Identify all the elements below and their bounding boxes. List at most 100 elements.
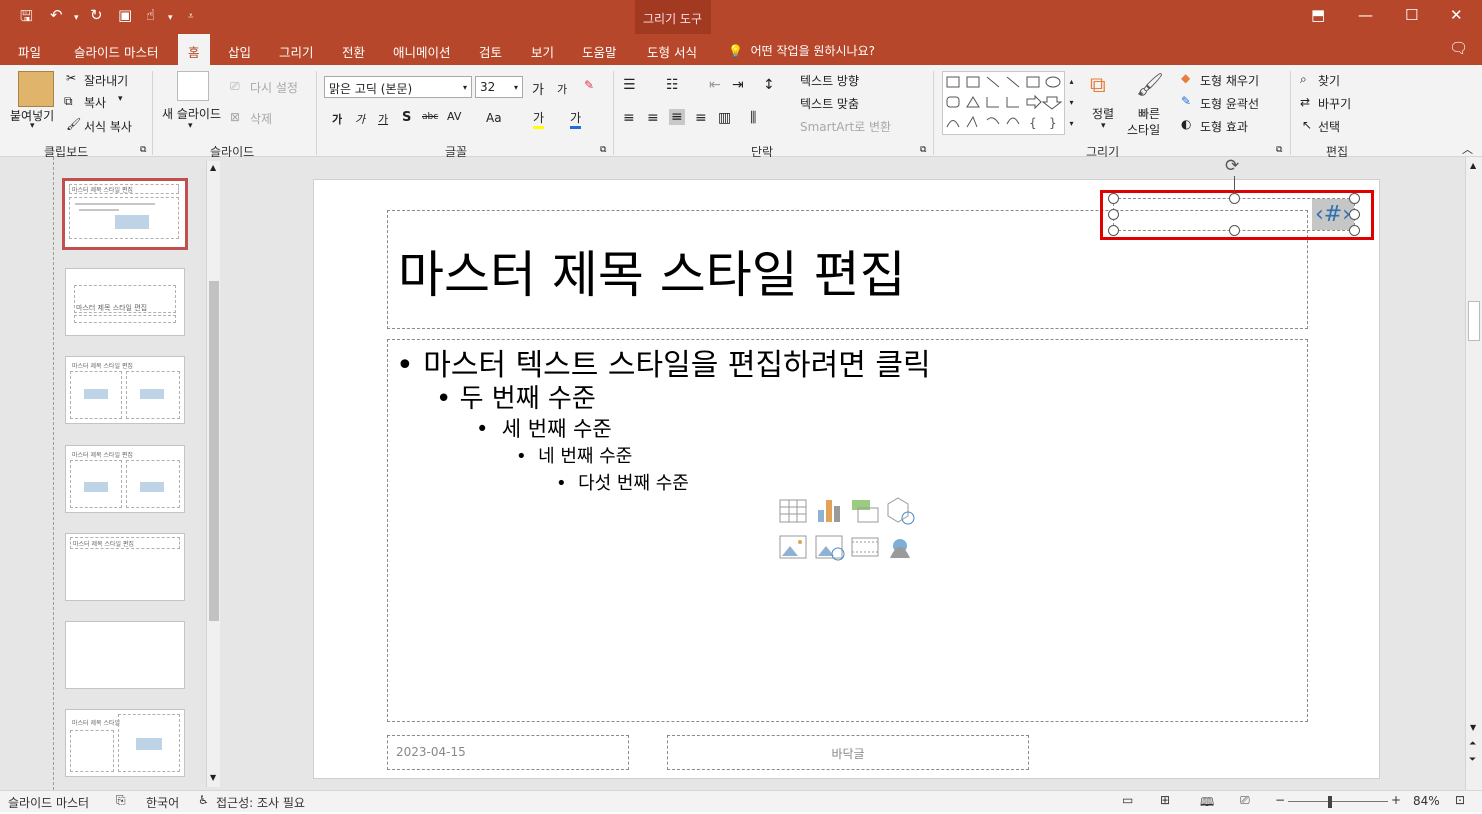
resize-handle-ne[interactable] [1349,193,1360,204]
align-right-icon[interactable]: ≡ [669,109,685,125]
bullet-level-2[interactable]: • 두 번째 수준 [436,378,596,415]
resize-handle-s[interactable] [1229,225,1240,236]
shape-effects-icon[interactable]: ◐ [1181,117,1191,131]
ribbon-display-icon[interactable]: ⬒ [1311,6,1325,24]
new-slide-dropdown-icon[interactable]: ▾ [188,121,193,131]
char-spacing-button[interactable]: AV [447,110,461,123]
scroll-thumb[interactable] [1468,301,1480,341]
find-button[interactable]: 찾기 [1318,72,1340,89]
font-launcher-icon[interactable]: ⧉ [600,145,606,155]
slide-title[interactable]: 마스터 제목 스타일 편집 [398,235,906,307]
resize-handle-sw[interactable] [1108,225,1119,236]
scroll-down-icon[interactable]: ▼ [1470,723,1476,732]
reading-view-icon[interactable]: 🕮 [1200,793,1214,814]
scroll-down-icon[interactable]: ▼ [210,773,216,782]
italic-button[interactable]: 가 [355,111,365,127]
previous-slide-icon[interactable]: ⏶ [1469,739,1476,749]
arrange-button[interactable]: 정렬 [1092,105,1114,122]
resize-handle-w[interactable] [1108,209,1119,220]
copy-icon[interactable]: ⧉ [64,94,73,109]
touch-dropdown-icon[interactable]: ▾ [168,13,173,23]
shape-effects-button[interactable]: 도형 효과 [1200,118,1248,135]
cut-button[interactable]: 잘라내기 [84,72,128,89]
footer-text[interactable]: 바닥글 [831,747,864,761]
insert-picture-icon[interactable] [779,535,807,559]
format-painter-button[interactable]: 서식 복사 [84,118,132,135]
thumbnail-title-only[interactable]: 마스터 제목 스타일 편집 [65,533,185,601]
resize-handle-nw[interactable] [1108,193,1119,204]
save-icon[interactable]: 🖫 [20,6,33,31]
clipboard-launcher-icon[interactable]: ⧉ [140,145,146,155]
insert-video-icon[interactable] [851,537,879,557]
arrange-icon[interactable]: ⧉ [1090,73,1106,98]
zoom-slider-thumb[interactable] [1328,796,1332,808]
shapes-gallery[interactable]: { } [942,71,1078,135]
strikethrough-button[interactable]: abc [422,112,438,122]
increase-indent-icon[interactable]: ⇥ [732,77,744,93]
gallery-scroll[interactable]: ▴ ▾ ▾ [1064,71,1078,135]
tab-home[interactable]: 홈 [178,34,210,65]
replace-icon[interactable]: ⇄ [1300,95,1310,109]
normal-view-icon[interactable]: ▭ [1122,793,1133,807]
next-slide-icon[interactable]: ⏷ [1469,755,1476,765]
thumbnail-blank[interactable] [65,621,185,689]
clear-format-icon[interactable]: ✎ [584,78,594,92]
scroll-up-icon[interactable]: ▲ [210,163,216,172]
change-case-button[interactable]: Aa [486,111,502,125]
paste-dropdown-icon[interactable]: ▾ [30,121,35,131]
tab-review[interactable]: 검토 [479,42,502,61]
zoom-slider-track[interactable] [1288,801,1388,802]
quick-styles-label-1[interactable]: 빠른 [1138,105,1160,122]
select-icon[interactable]: ↖ [1302,118,1312,132]
quick-styles-label-2[interactable]: 스타일 [1127,121,1160,138]
presentation-icon[interactable]: ▣ [118,6,132,24]
rotate-handle-icon[interactable]: ⟳ [1225,156,1239,176]
shadow-button[interactable]: S [402,110,411,125]
font-size-combo[interactable]: 32 ▾ [475,76,523,98]
insert-icon-icon[interactable] [890,539,910,558]
footer-placeholder[interactable]: 바닥글 [667,735,1029,770]
justify-icon[interactable]: ≡ [695,110,707,126]
distribute-icon[interactable]: ▥ [718,110,731,126]
quick-styles-icon[interactable]: 🖌 [1136,73,1164,98]
fit-slide-icon[interactable]: ⊡ [1455,793,1465,807]
sorter-view-icon[interactable]: ⊞ [1160,793,1170,807]
bullets-icon[interactable]: ☰ [623,77,636,93]
thumbnail-title-layout[interactable]: 마스터 제목 스타일 편집 [65,268,185,336]
delete-button[interactable]: 삭제 [250,110,272,127]
tab-view[interactable]: 보기 [531,42,554,61]
increase-font-button[interactable]: 가 [532,79,544,98]
thumbnail-two-content[interactable]: 마스터 제목 스타일 편집 [65,356,185,424]
text-direction-button[interactable]: 텍스트 방향 [800,72,859,89]
smartart-button[interactable]: SmartArt로 변환 [800,118,891,135]
collapse-ribbon-icon[interactable]: ︿ [1462,141,1473,157]
undo-icon[interactable]: ↶ [50,6,63,24]
date-placeholder[interactable]: 2023-04-15 [387,735,629,770]
arrange-dropdown-icon[interactable]: ▾ [1101,121,1106,131]
copy-dropdown-icon[interactable]: ▾ [118,94,123,104]
zoom-out-icon[interactable]: − [1275,793,1285,807]
insert-chart-icon[interactable] [818,500,840,522]
zoom-level[interactable]: 84% [1413,794,1440,808]
scroll-thumb[interactable] [209,281,219,621]
line-spacing-icon[interactable]: ↕ [763,77,775,93]
minimize-button[interactable]: — [1358,6,1373,24]
notes-icon[interactable]: ⎘ [116,793,126,808]
tell-me-box[interactable]: 💡 어떤 작업을 원하시나요? [728,42,875,59]
touch-mode-icon[interactable]: ☝ [146,6,155,24]
insert-table-icon[interactable] [779,499,807,523]
thumbnail-content-caption[interactable]: 마스터 제목 스타일 [65,709,185,777]
shape-outline-icon[interactable]: ✎ [1181,94,1191,108]
replace-button[interactable]: 바꾸기 [1318,95,1351,112]
bullet-level-4[interactable]: • 네 번째 수준 [516,442,632,468]
tab-shape-format[interactable]: 도형 서식 [647,42,697,61]
body-placeholder[interactable]: • 마스터 텍스트 스타일을 편집하려면 클릭 • 두 번째 수준 • 세 번째… [387,339,1308,722]
thumbnail-master[interactable]: 마스터 제목 스타일 편집 [62,178,188,250]
status-language[interactable]: 한국어 [146,794,179,811]
resize-handle-e[interactable] [1349,209,1360,220]
cut-icon[interactable]: ✂ [66,71,76,85]
align-center-icon[interactable]: ≡ [647,110,659,126]
align-left-icon[interactable]: ≡ [623,110,635,126]
tab-file[interactable]: 파일 [18,42,41,61]
numbering-icon[interactable]: ☷ [666,77,679,93]
